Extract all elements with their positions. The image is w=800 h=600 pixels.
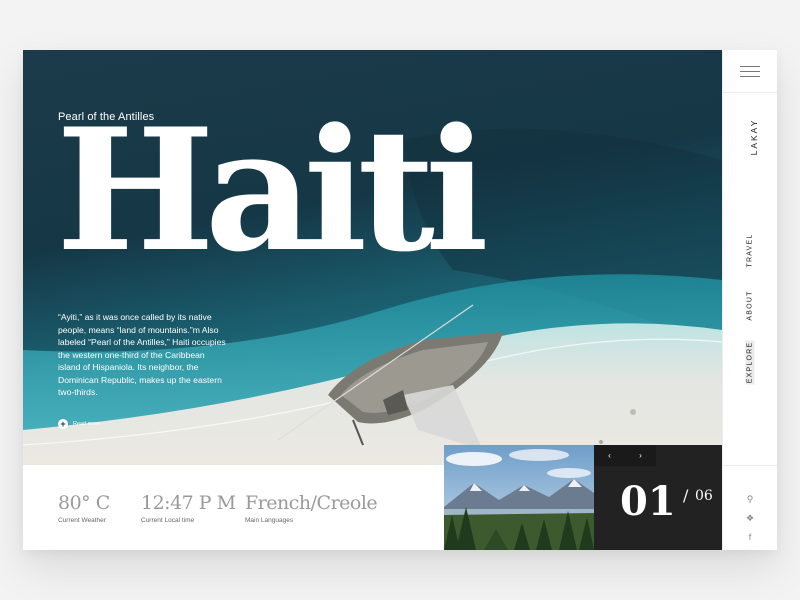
main-card: Pearl of the Antilles Haiti “Ayiti,” as … xyxy=(23,50,777,550)
nav-item-travel[interactable]: TRAVEL xyxy=(747,231,754,271)
facebook-icon[interactable]: f xyxy=(744,531,756,543)
language-stat: French/Creole Main Languages xyxy=(245,492,378,524)
chevron-right-icon[interactable]: › xyxy=(639,451,642,460)
slide-thumbnail[interactable] xyxy=(444,445,594,550)
hero-section: Pearl of the Antilles Haiti “Ayiti,” as … xyxy=(23,50,722,465)
total-slide-number: 06 xyxy=(695,488,713,504)
mountain-landscape-image xyxy=(444,445,594,550)
hamburger-menu-icon[interactable] xyxy=(740,66,760,78)
current-slide-number: 01 xyxy=(620,478,676,525)
local-time-stat: 12:47 P M Current Local time xyxy=(141,492,236,524)
twitter-icon[interactable]: ❖ xyxy=(744,512,756,524)
side-navigation: LAKAY TRAVEL ABOUT EXPLORE ⚲ ❖ f xyxy=(722,50,777,550)
slide-separator: / xyxy=(683,486,689,505)
read-more-link[interactable]: + Read more xyxy=(58,419,100,429)
stat-label: Current Local time xyxy=(141,517,195,524)
read-more-label: Read more xyxy=(73,421,101,427)
hero-description: “Ayiti,” as it was once called by its na… xyxy=(58,312,226,397)
pinterest-icon[interactable]: ⚲ xyxy=(744,493,756,505)
brand-logo[interactable]: LAKAY xyxy=(749,117,759,157)
rail-divider xyxy=(723,465,777,466)
plus-icon: + xyxy=(58,419,68,429)
stat-value: 80° C xyxy=(58,492,110,514)
nav-item-explore[interactable]: EXPLORE xyxy=(745,340,755,385)
stat-value: 12:47 P M xyxy=(141,492,236,514)
chevron-left-icon[interactable]: ‹ xyxy=(608,451,611,460)
weather-stat: 80° C Current Weather xyxy=(58,492,110,524)
stat-label: Main Languages xyxy=(245,517,294,524)
page-title: Haiti xyxy=(56,91,489,289)
stat-value: French/Creole xyxy=(245,492,378,514)
slide-arrows: ‹ › xyxy=(594,445,656,466)
stat-label: Current Weather xyxy=(58,517,106,524)
rail-divider xyxy=(723,92,777,93)
nav-item-about[interactable]: ABOUT xyxy=(747,286,754,326)
